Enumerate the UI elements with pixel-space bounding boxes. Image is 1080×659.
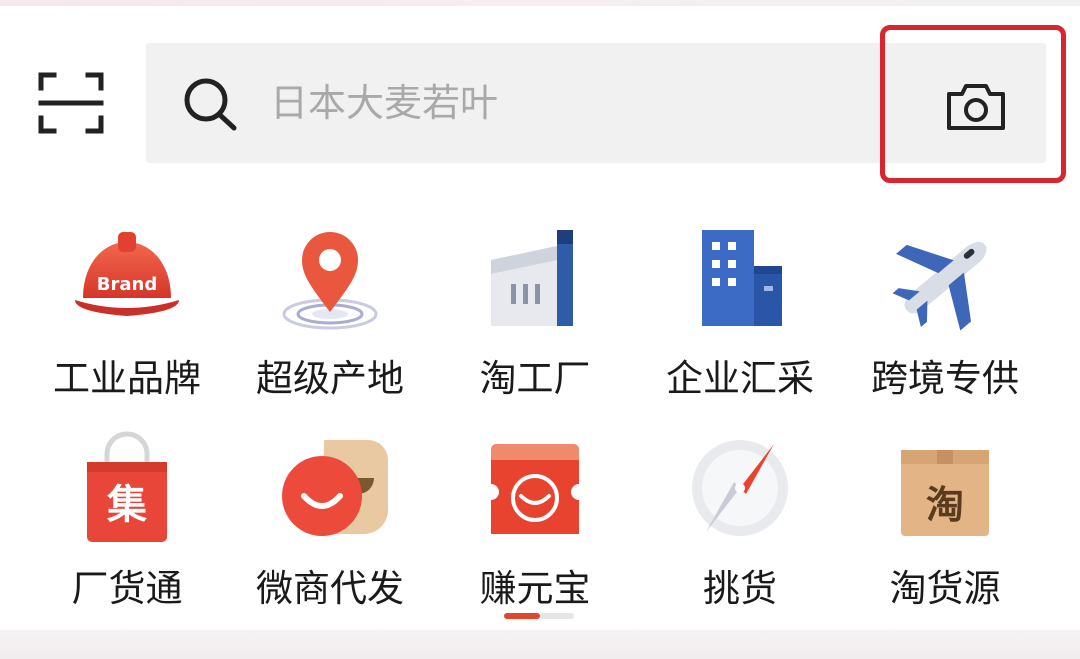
shopping-bag-icon: 集 [87, 431, 167, 542]
camera-search-button[interactable] [880, 25, 1066, 183]
category-tao-factory[interactable]: 淘工厂 [445, 220, 625, 410]
top-strip [0, 0, 1080, 6]
scan-button[interactable] [38, 72, 104, 134]
category-label: 超级产地 [256, 357, 404, 400]
category-tao-source[interactable]: 淘 淘货源 [855, 430, 1035, 620]
category-label: 企业汇采 [666, 357, 814, 400]
category-label: 淘货源 [889, 567, 1001, 610]
camera-icon [947, 84, 1005, 130]
category-factory-goods[interactable]: 集 厂货通 [37, 430, 217, 620]
category-label: 工业品牌 [53, 357, 201, 400]
factory-icon [491, 230, 573, 326]
category-super-origin[interactable]: 超级产地 [240, 220, 420, 410]
search-input[interactable] [270, 69, 830, 137]
category-earn-ingots[interactable]: 赚元宝 [445, 430, 625, 620]
category-label: 厂货通 [71, 567, 183, 610]
package-box-icon: 淘 [901, 450, 989, 536]
category-pick-goods[interactable]: 挑货 [650, 430, 830, 620]
scan-icon [38, 72, 104, 134]
location-pin-icon [282, 232, 378, 330]
office-building-icon [702, 230, 782, 326]
airplane-icon [892, 241, 987, 331]
package-box-text: 淘 [926, 483, 964, 527]
category-cross-border[interactable]: 跨境专供 [855, 220, 1035, 410]
smile-chat-icon [282, 440, 388, 536]
page-indicator-active [504, 613, 540, 619]
shopping-bag-text: 集 [106, 482, 147, 528]
category-label: 挑货 [703, 567, 777, 610]
page-indicator-rest [540, 613, 574, 619]
brand-helmet-text: Brand [97, 274, 157, 295]
compass-icon [692, 440, 788, 536]
gold-ingot-ticket-icon [491, 444, 579, 534]
category-label: 淘工厂 [479, 357, 591, 400]
brand-helmet-icon: Brand [75, 232, 179, 316]
category-label: 跨境专供 [871, 357, 1019, 400]
category-enterprise-procurement[interactable]: 企业汇采 [650, 220, 830, 410]
bottom-strip [0, 630, 1080, 659]
category-industrial-brand[interactable]: Brand 工业品牌 [37, 220, 217, 410]
category-wechat-dropship[interactable]: 微商代发 [240, 430, 420, 620]
category-label: 赚元宝 [479, 567, 591, 610]
page-indicator [504, 613, 574, 619]
search-icon[interactable] [182, 75, 242, 135]
category-label: 微商代发 [256, 567, 404, 610]
